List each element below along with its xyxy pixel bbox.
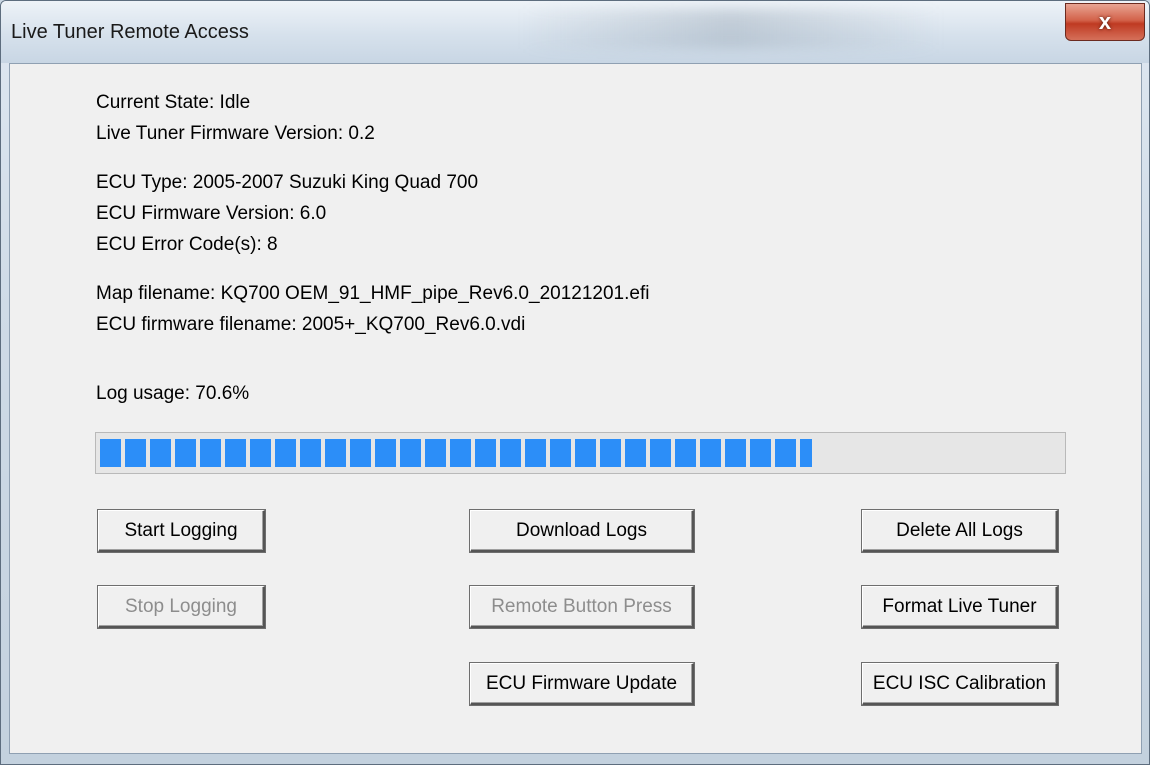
format-live-tuner-button[interactable]: Format Live Tuner	[862, 586, 1058, 628]
live-tuner-window: Live Tuner Remote Access x Current State…	[0, 0, 1150, 765]
download-logs-button[interactable]: Download Logs	[470, 510, 694, 552]
close-icon: x	[1098, 9, 1112, 34]
log-usage-progress-fill	[100, 439, 813, 467]
ecu-type-text: ECU Type: 2005-2007 Suzuki King Quad 700	[96, 172, 479, 193]
ecu-firmware-version-text: ECU Firmware Version: 6.0	[96, 203, 327, 224]
ecu-firmware-update-button[interactable]: ECU Firmware Update	[470, 663, 694, 705]
titlebar-background-blur	[521, 9, 941, 49]
close-button[interactable]: x	[1065, 3, 1145, 41]
start-logging-button[interactable]: Start Logging	[98, 510, 265, 552]
ecu-firmware-filename-text: ECU firmware filename: 2005+_KQ700_Rev6.…	[96, 314, 526, 335]
log-usage-label: Log usage: 70.6%	[96, 383, 250, 404]
stop-logging-button: Stop Logging	[98, 586, 265, 628]
ecu-isc-calibration-button[interactable]: ECU ISC Calibration	[862, 663, 1058, 705]
dialog-client-area: Current State: Idle Live Tuner Firmware …	[9, 63, 1142, 754]
log-usage-progress-bar	[95, 432, 1066, 474]
delete-all-logs-button[interactable]: Delete All Logs	[862, 510, 1058, 552]
map-filename-text: Map filename: KQ700 OEM_91_HMF_pipe_Rev6…	[96, 283, 650, 304]
ecu-error-codes-text: ECU Error Code(s): 8	[96, 234, 278, 255]
window-title: Live Tuner Remote Access	[11, 21, 249, 43]
title-bar[interactable]: Live Tuner Remote Access x	[1, 1, 1149, 63]
remote-button-press-button: Remote Button Press	[470, 586, 694, 628]
current-state-text: Current State: Idle	[96, 92, 251, 113]
live-tuner-firmware-text: Live Tuner Firmware Version: 0.2	[96, 123, 375, 144]
